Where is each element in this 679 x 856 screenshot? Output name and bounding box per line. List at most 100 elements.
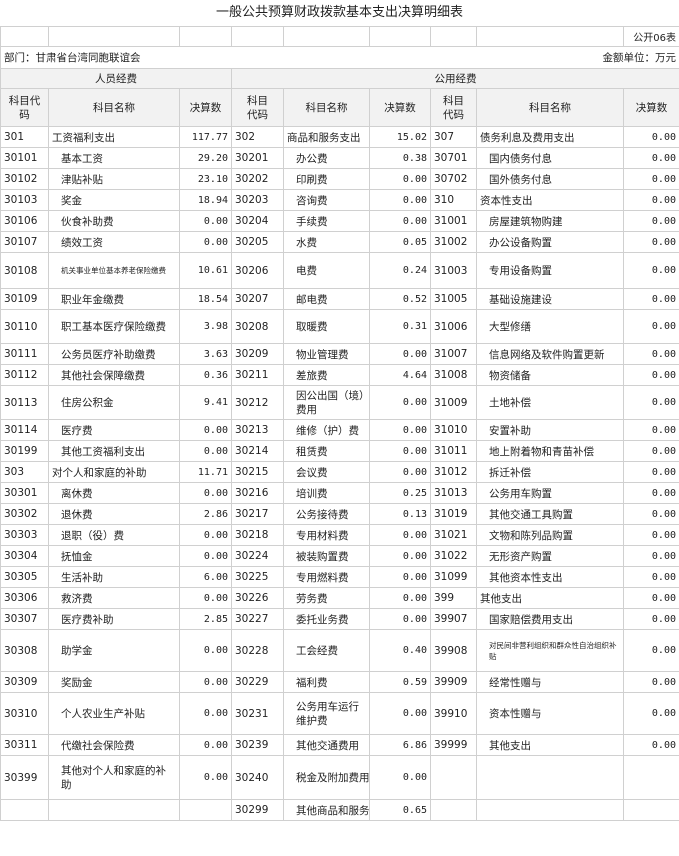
col-code-3: 科目 代码	[430, 88, 477, 127]
personnel-amount-cell: 2.86	[179, 503, 232, 525]
personnel-code-cell: 30113	[0, 385, 49, 420]
public2-code-cell: 31007	[430, 343, 477, 365]
public2-name-cell: 安置补助	[476, 419, 624, 441]
public2-amount-cell: 0.00	[623, 364, 679, 386]
col-amount-1: 决算数	[179, 88, 232, 127]
table-code: 公开06表	[623, 26, 679, 47]
personnel-name-cell: 生活补助	[48, 566, 180, 588]
personnel-amount-cell: 3.63	[179, 343, 232, 365]
section-public: 公用经费	[231, 68, 679, 89]
personnel-name-cell: 津贴补贴	[48, 168, 180, 190]
public2-name-cell: 信息网络及软件购置更新	[476, 343, 624, 365]
public-name-cell: 劳务费	[283, 587, 370, 609]
public2-amount-cell: 0.00	[623, 288, 679, 310]
public2-code-cell: 31021	[430, 524, 477, 546]
public-name-cell: 专用燃料费	[283, 566, 370, 588]
public2-code-cell: 30702	[430, 168, 477, 190]
personnel-amount-cell	[179, 799, 232, 821]
public2-amount-cell: 0.00	[623, 734, 679, 756]
public-name-cell: 手续费	[283, 210, 370, 232]
public-code-cell: 30240	[231, 755, 284, 800]
public-name-cell: 租赁费	[283, 440, 370, 462]
public-amount-cell: 0.40	[369, 629, 431, 672]
public2-amount-cell: 0.00	[623, 587, 679, 609]
personnel-amount-cell: 0.00	[179, 440, 232, 462]
page-title: 一般公共预算财政拨款基本支出决算明细表	[215, 5, 463, 20]
public2-name-cell: 经常性赠与	[476, 671, 624, 693]
table-row: 30301 离休费 0.00 30216 培训费 0.25 31013 公务用车购置 0.00	[0, 482, 679, 504]
public2-name-cell: 国内债务付息	[476, 147, 624, 169]
public-name-cell: 邮电费	[283, 288, 370, 310]
personnel-name-cell: 伙食补助费	[48, 210, 180, 232]
table-row: 30109 职业年金缴费 18.54 30207 邮电费 0.52 31005 基础设施建设 0…	[0, 288, 679, 310]
public-name-cell: 会议费	[283, 461, 370, 483]
personnel-name-cell: 对个人和家庭的补助	[48, 461, 180, 483]
public-code-cell: 30208	[231, 309, 284, 344]
personnel-amount-cell: 0.00	[179, 545, 232, 567]
public-amount-cell: 0.13	[369, 503, 431, 525]
public2-name-cell: 资本性支出	[476, 189, 624, 211]
public-amount-cell: 0.00	[369, 566, 431, 588]
public2-amount-cell: 0.00	[623, 629, 679, 672]
public-name-cell: 福利费	[283, 671, 370, 693]
public-name-cell: 专用材料费	[283, 524, 370, 546]
public-name-cell: 电费	[283, 252, 370, 289]
public-name-cell: 维修（护）费	[283, 419, 370, 441]
public2-code-cell: 31005	[430, 288, 477, 310]
public-amount-cell: 4.64	[369, 364, 431, 386]
public-amount-cell: 0.00	[369, 587, 431, 609]
col-name-2: 科目名称	[283, 88, 370, 127]
table-row: 30101 基本工资 29.20 30201 办公费 0.38 30701 国内债务付息 0.0…	[0, 147, 679, 169]
personnel-code-cell: 30199	[0, 440, 49, 462]
personnel-code-cell: 30101	[0, 147, 49, 169]
personnel-code-cell: 301	[0, 126, 49, 148]
table-row: 30107 绩效工资 0.00 30205 水费 0.05 31002 办公设备购置 0.00	[0, 231, 679, 253]
personnel-name-cell: 奖金	[48, 189, 180, 211]
personnel-amount-cell: 23.10	[179, 168, 232, 190]
public2-name-cell: 文物和陈列品购置	[476, 524, 624, 546]
col-code-1: 科目代码	[0, 88, 49, 127]
public-code-cell: 30213	[231, 419, 284, 441]
public-name-cell: 公务接待费	[283, 503, 370, 525]
personnel-amount-cell: 29.20	[179, 147, 232, 169]
section-header-row: 人员经费 公用经费	[0, 68, 679, 89]
personnel-amount-cell: 6.00	[179, 566, 232, 588]
page: 一般公共预算财政拨款基本支出决算明细表 公开06表 部门：甘肃省台湾同胞联谊会 …	[0, 0, 679, 856]
public2-name-cell	[476, 799, 624, 821]
personnel-code-cell: 30114	[0, 419, 49, 441]
personnel-name-cell: 其他社会保障缴费	[48, 364, 180, 386]
personnel-code-cell: 30310	[0, 692, 49, 735]
public-amount-cell: 0.31	[369, 309, 431, 344]
personnel-name-cell: 退职（役）费	[48, 524, 180, 546]
table-row: 30304 抚恤金 0.00 30224 被装购置费 0.00 31022 无形资产购置 0.0…	[0, 545, 679, 567]
public2-code-cell: 31011	[430, 440, 477, 462]
public-code-cell: 30216	[231, 482, 284, 504]
public-code-cell: 30202	[231, 168, 284, 190]
public2-code-cell: 31019	[430, 503, 477, 525]
public2-code-cell	[430, 799, 477, 821]
public-name-cell: 办公费	[283, 147, 370, 169]
personnel-name-cell: 个人农业生产补贴	[48, 692, 180, 735]
public2-name-cell: 房屋建筑物购建	[476, 210, 624, 232]
public-code-cell: 30239	[231, 734, 284, 756]
personnel-name-cell: 离休费	[48, 482, 180, 504]
public2-code-cell: 307	[430, 126, 477, 148]
table-row: 30308 助学金 0.00 30228 工会经费 0.40 39908 对民间非营利组织和群…	[0, 629, 679, 672]
public2-name-cell: 其他支出	[476, 587, 624, 609]
col-amount-2: 决算数	[369, 88, 431, 127]
personnel-name-cell: 其他对个人和家庭的补助	[48, 755, 180, 800]
personnel-amount-cell: 0.00	[179, 587, 232, 609]
public-amount-cell: 0.00	[369, 755, 431, 800]
table-row: 30302 退休费 2.86 30217 公务接待费 0.13 31019 其他交通工具购置 0…	[0, 503, 679, 525]
public2-amount-cell: 0.00	[623, 524, 679, 546]
public-code-cell: 30212	[231, 385, 284, 420]
personnel-code-cell: 30102	[0, 168, 49, 190]
personnel-name-cell: 职工基本医疗保险缴费	[48, 309, 180, 344]
personnel-amount-cell: 18.94	[179, 189, 232, 211]
table-row: 30199 其他工资福利支出 0.00 30214 租赁费 0.00 31011 地上附着物和…	[0, 440, 679, 462]
public-name-cell: 税金及附加费用	[283, 755, 370, 800]
public2-amount-cell: 0.00	[623, 189, 679, 211]
public2-code-cell	[430, 755, 477, 800]
table-row: 30114 医疗费 0.00 30213 维修（护）费 0.00 31010 安置补助 0.00	[0, 419, 679, 441]
personnel-code-cell: 30112	[0, 364, 49, 386]
